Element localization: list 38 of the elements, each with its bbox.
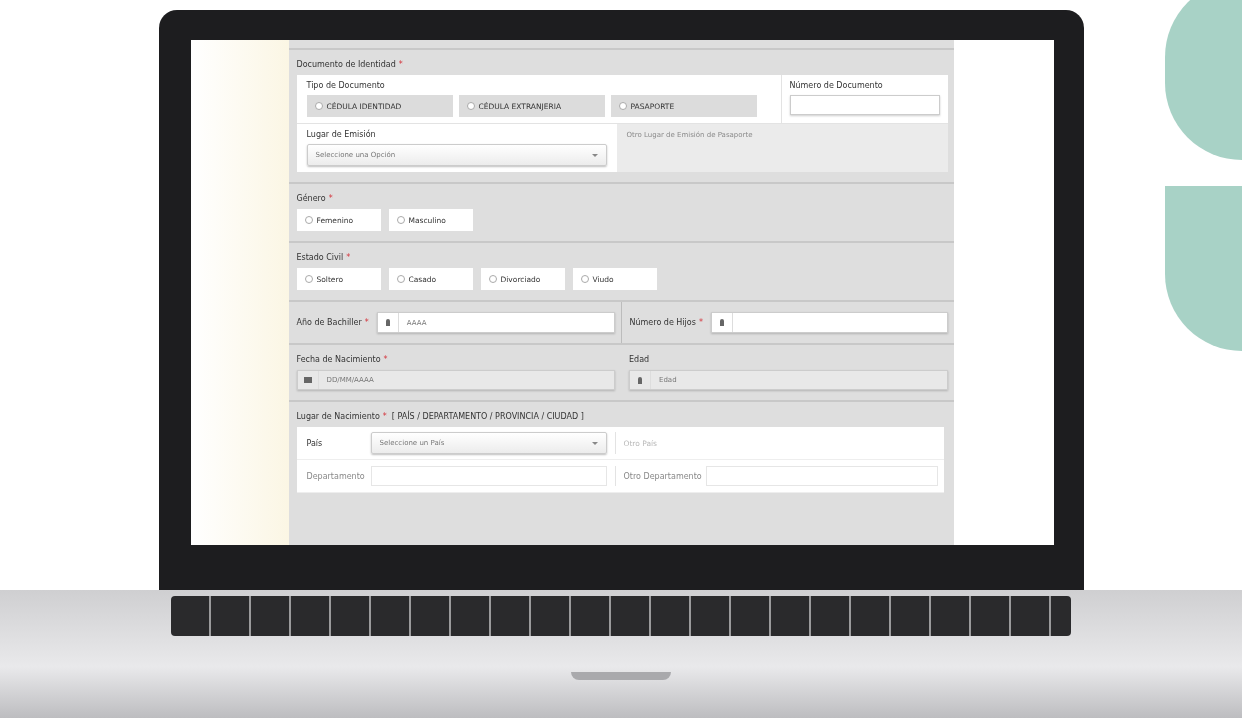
radio-circle-icon[interactable] <box>580 275 589 283</box>
radio-circle-icon[interactable] <box>314 102 323 110</box>
required-mark: * <box>698 318 703 327</box>
required-mark: * <box>398 60 403 69</box>
required-mark: * <box>346 253 351 262</box>
input-field[interactable] <box>710 312 948 333</box>
field-label: Año de Bachiller <box>296 318 362 327</box>
field-label: Estado Civil <box>296 253 344 262</box>
field-label: Fecha de Nacimiento <box>296 355 381 364</box>
radio-circle-icon[interactable] <box>488 275 497 283</box>
field-label: Número de Hijos <box>629 318 696 327</box>
caret-icon <box>591 441 598 445</box>
radio-circle-icon[interactable] <box>396 275 405 283</box>
radio-circle-icon[interactable] <box>304 216 313 224</box>
field-label: Otro Departamento <box>623 471 702 481</box>
field-label: Género <box>296 194 326 203</box>
required-mark: * <box>382 412 387 421</box>
field-label: Documento de Identidad <box>296 60 396 69</box>
caret-icon <box>591 153 598 157</box>
calendar-icon <box>303 377 312 383</box>
field-label: Edad <box>629 355 650 364</box>
field-label: Número de Documento <box>789 81 884 90</box>
field-hint: [ PAÍS / DEPARTAMENTO / PROVINCIA / CIUDAD ] <box>391 412 584 421</box>
field-label: Tipo de Documento <box>306 81 386 90</box>
radio-circle-icon[interactable] <box>466 102 475 110</box>
field-label: País <box>305 438 324 448</box>
radio-circle-icon[interactable] <box>304 275 313 283</box>
field-label: Lugar de Emisión <box>306 130 377 139</box>
radio-circle-icon[interactable] <box>396 216 405 224</box>
field-label: Departamento <box>305 471 366 481</box>
field-label: Lugar de Nacimiento <box>296 412 380 421</box>
required-mark: * <box>383 355 388 364</box>
radio-circle-icon[interactable] <box>618 102 627 110</box>
input-field[interactable] <box>370 466 607 486</box>
input-field[interactable] <box>789 95 940 115</box>
required-mark: * <box>328 194 333 203</box>
input-field[interactable] <box>705 466 938 486</box>
required-mark: * <box>364 318 369 327</box>
